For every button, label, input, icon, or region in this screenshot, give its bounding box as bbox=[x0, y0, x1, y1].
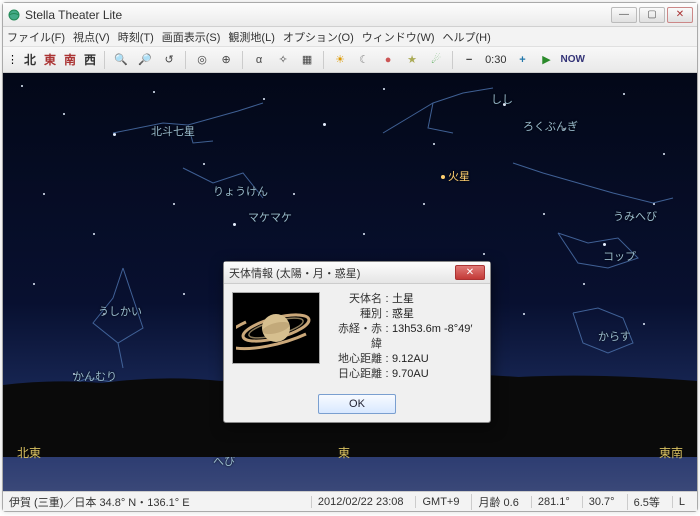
time-plus-icon[interactable]: + bbox=[512, 50, 532, 70]
maximize-button[interactable]: ▢ bbox=[639, 7, 665, 23]
status-alt: 30.7° bbox=[582, 496, 621, 508]
dialog-titlebar[interactable]: 天体情報 (太陽・月・惑星) ✕ bbox=[224, 262, 490, 284]
toolbar-div-icon: ⋮ bbox=[7, 53, 18, 66]
scope-icon[interactable]: ⊕ bbox=[216, 50, 236, 70]
menu-window[interactable]: ウィンドウ(W) bbox=[362, 29, 435, 45]
label-shishi: しし bbox=[491, 91, 513, 107]
statusbar: 伊賀 (三重)／日本 34.8° N・136.1° E 2012/02/22 2… bbox=[3, 491, 697, 511]
zoom-reset-icon[interactable]: ↺ bbox=[159, 50, 179, 70]
toolbar: ⋮ 北 東 南 西 🔍 🔎 ↺ ◎ ⊕ α ✧ ▦ ☀ ☾ ● ★ ☄ − 0:… bbox=[3, 47, 697, 73]
label-karasu: からす bbox=[598, 328, 631, 344]
menubar: ファイル(F) 視点(V) 時刻(T) 画面表示(S) 観測地(L) オプション… bbox=[3, 27, 697, 47]
dir-north[interactable]: 北 bbox=[22, 51, 38, 68]
target-icon[interactable]: ◎ bbox=[192, 50, 212, 70]
comet-icon[interactable]: ☄ bbox=[426, 50, 446, 70]
menu-file[interactable]: ファイル(F) bbox=[7, 29, 65, 45]
horizon-e: 東 bbox=[338, 444, 350, 461]
ok-button[interactable]: OK bbox=[318, 394, 396, 414]
minimize-button[interactable]: — bbox=[611, 7, 637, 23]
horizon-ne: 北東 bbox=[17, 444, 41, 461]
sun-icon[interactable]: ☀ bbox=[330, 50, 350, 70]
moon-icon[interactable]: ☾ bbox=[354, 50, 374, 70]
menu-display[interactable]: 画面表示(S) bbox=[162, 29, 221, 45]
status-az: 281.1° bbox=[531, 496, 576, 508]
menu-help[interactable]: ヘルプ(H) bbox=[443, 29, 491, 45]
star-icon[interactable]: ★ bbox=[402, 50, 422, 70]
menu-location[interactable]: 観測地(L) bbox=[228, 29, 274, 45]
status-mag: 6.5等 bbox=[627, 494, 666, 510]
menu-options[interactable]: オプション(O) bbox=[283, 29, 354, 45]
sky-view[interactable]: 北斗七星 りょうけん マケマケ うしかい かんむり へび しし ろくぶんぎ うみ… bbox=[3, 73, 697, 491]
label-umihebi: うみへび bbox=[613, 208, 657, 224]
horizon-se: 東南 bbox=[659, 444, 683, 461]
map-icon[interactable]: ▦ bbox=[297, 50, 317, 70]
status-tz: GMT+9 bbox=[415, 496, 465, 508]
zoom-in-icon[interactable]: 🔍 bbox=[111, 50, 131, 70]
dir-east[interactable]: 東 bbox=[42, 51, 58, 68]
main-window: Stella Theater Lite — ▢ ✕ ファイル(F) 視点(V) … bbox=[2, 2, 698, 512]
planet-mars[interactable]: 火星 bbox=[441, 168, 470, 184]
label-rokubungi: ろくぶんぎ bbox=[523, 118, 578, 134]
dir-south[interactable]: 南 bbox=[62, 51, 78, 68]
label-ushikai: うしかい bbox=[98, 303, 142, 319]
status-date: 2012/02/22 23:08 bbox=[311, 496, 410, 508]
object-info-dialog: 天体情報 (太陽・月・惑星) ✕ 天体名:土星 種別:惑星 赤経・赤 bbox=[223, 261, 491, 423]
status-moon-age: 月齢 0.6 bbox=[471, 494, 524, 510]
label-big-dipper: 北斗七星 bbox=[151, 123, 195, 139]
dialog-title: 天体情報 (太陽・月・惑星) bbox=[229, 265, 455, 281]
play-icon[interactable]: ▶ bbox=[536, 50, 556, 70]
dir-west[interactable]: 西 bbox=[82, 51, 98, 68]
status-location: 伊賀 (三重)／日本 34.8° N・136.1° E bbox=[9, 494, 305, 510]
beta-icon[interactable]: ✧ bbox=[273, 50, 293, 70]
dialog-close-icon[interactable]: ✕ bbox=[455, 265, 485, 280]
now-button[interactable]: NOW bbox=[560, 54, 584, 65]
status-mode: L bbox=[672, 496, 691, 508]
app-icon bbox=[7, 8, 21, 22]
menu-view[interactable]: 視点(V) bbox=[73, 29, 110, 45]
close-button[interactable]: ✕ bbox=[667, 7, 693, 23]
alpha-icon[interactable]: α bbox=[249, 50, 269, 70]
time-minus-icon[interactable]: − bbox=[459, 50, 479, 70]
object-info-table: 天体名:土星 種別:惑星 赤経・赤緯:13h53.6m -8°49′ 地心距離:… bbox=[328, 292, 482, 382]
label-ryouken: りょうけん bbox=[213, 183, 268, 199]
zoom-out-icon[interactable]: 🔎 bbox=[135, 50, 155, 70]
time-step: 0:30 bbox=[483, 54, 508, 66]
planet-icon[interactable]: ● bbox=[378, 50, 398, 70]
window-title: Stella Theater Lite bbox=[25, 8, 611, 22]
object-thumbnail bbox=[232, 292, 320, 364]
label-koppu: コップ bbox=[603, 248, 636, 264]
titlebar[interactable]: Stella Theater Lite — ▢ ✕ bbox=[3, 3, 697, 27]
label-makemake: マケマケ bbox=[248, 209, 292, 225]
menu-time[interactable]: 時刻(T) bbox=[118, 29, 154, 45]
